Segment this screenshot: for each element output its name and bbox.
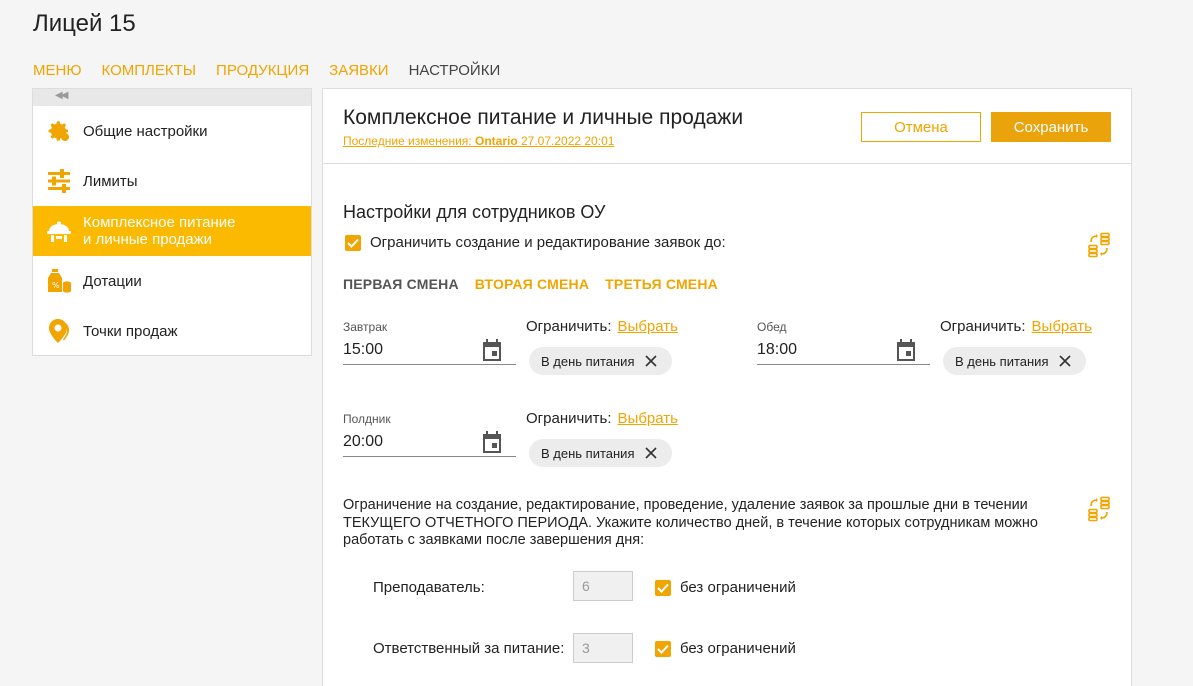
school-title: Лицей 15 bbox=[33, 10, 136, 37]
sidebar-item-subsidies[interactable]: % Дотации bbox=[33, 256, 311, 306]
sidebar-item-limits[interactable]: Лимиты bbox=[33, 156, 311, 206]
page-title: Комплексное питание и личные продажи bbox=[343, 106, 744, 129]
breakfast-time-value: 15:00 bbox=[343, 340, 384, 358]
gear-icon bbox=[46, 118, 72, 144]
shift-tabs: ПЕРВАЯ СМЕНА ВТОРАЯ СМЕНА ТРЕТЬЯ СМЕНА bbox=[343, 276, 718, 292]
snack-limit-chip: В день питания bbox=[529, 439, 673, 467]
sidebar-item-complex-meals[interactable]: Комплексное питание и личные продажи bbox=[33, 206, 311, 256]
close-icon[interactable] bbox=[644, 446, 658, 460]
last-change-prefix: Последние изменения: bbox=[343, 134, 475, 148]
meal-responsible-unlimited-checkbox[interactable] bbox=[655, 640, 671, 657]
teacher-label: Преподаватель: bbox=[373, 579, 485, 596]
meal-responsible-unlimited-label: без ограничений bbox=[680, 640, 796, 657]
sync-copy-icon[interactable] bbox=[1086, 496, 1112, 522]
nav-settings[interactable]: НАСТРОЙКИ bbox=[409, 62, 501, 79]
nav-products[interactable]: ПРОДУКЦИЯ bbox=[216, 62, 309, 79]
lunch-time-field[interactable]: 18:00 bbox=[757, 335, 930, 365]
tab-second-shift[interactable]: ВТОРАЯ СМЕНА bbox=[475, 276, 589, 292]
sync-copy-icon[interactable] bbox=[1086, 232, 1112, 258]
teacher-unlimited-label: без ограничений bbox=[680, 579, 796, 596]
subsidy-icon: % bbox=[46, 268, 72, 294]
calendar-icon[interactable] bbox=[482, 338, 502, 361]
sidebar-item-label: Лимиты bbox=[83, 172, 138, 190]
save-button[interactable]: Сохранить bbox=[991, 112, 1111, 142]
breakfast-limit: Ограничить: Выбрать bbox=[526, 318, 678, 335]
meal-responsible-label: Ответственный за питание: bbox=[373, 640, 565, 657]
restrict-orders-label: Ограничить создание и редактирование зая… bbox=[370, 234, 726, 251]
breakfast-pick-link[interactable]: Выбрать bbox=[618, 318, 678, 335]
sidebar-item-label: Дотации bbox=[83, 272, 142, 290]
sidebar-item-general[interactable]: Общие настройки bbox=[33, 106, 311, 156]
breakfast-label: Завтрак bbox=[343, 320, 388, 334]
nav-kits[interactable]: КОМПЛЕКТЫ bbox=[102, 62, 197, 79]
snack-time-field[interactable]: 20:00 bbox=[343, 427, 516, 457]
lunch-pick-link[interactable]: Выбрать bbox=[1032, 318, 1092, 335]
teacher-unlimited-row: без ограничений bbox=[655, 579, 796, 596]
calendar-icon[interactable] bbox=[482, 430, 502, 453]
tab-third-shift[interactable]: ТРЕТЬЯ СМЕНА bbox=[605, 276, 718, 292]
sidebar-item-label: Комплексное питание и личные продажи bbox=[83, 214, 236, 248]
chip-label: В день питания bbox=[541, 445, 635, 461]
sidebar-item-label: Точки продаж bbox=[83, 322, 178, 340]
top-navigation: МЕНЮ КОМПЛЕКТЫ ПРОДУКЦИЯ ЗАЯВКИ НАСТРОЙК… bbox=[33, 62, 500, 79]
sliders-icon bbox=[46, 168, 72, 194]
location-pin-icon bbox=[46, 318, 72, 344]
collapse-chevron-icon[interactable]: ◀◀ bbox=[55, 90, 68, 101]
lunch-label: Обед bbox=[757, 320, 787, 334]
settings-panel: Комплексное питание и личные продажи Пос… bbox=[322, 88, 1132, 686]
section-title: Настройки для сотрудников ОУ bbox=[343, 202, 606, 222]
cancel-button[interactable]: Отмена bbox=[861, 112, 981, 142]
calendar-icon[interactable] bbox=[896, 338, 916, 361]
teacher-days-input[interactable]: 6 bbox=[573, 571, 633, 601]
snack-label: Полдник bbox=[343, 412, 391, 426]
chip-label: В день питания bbox=[955, 353, 1049, 369]
food-tray-icon bbox=[46, 218, 72, 244]
sidebar-collapse-bar[interactable]: ◀◀ bbox=[33, 89, 311, 106]
breakfast-time-field[interactable]: 15:00 bbox=[343, 335, 516, 365]
close-icon[interactable] bbox=[644, 354, 658, 368]
lunch-time-value: 18:00 bbox=[757, 340, 798, 358]
sidebar-item-sale-points[interactable]: Точки продаж bbox=[33, 306, 311, 356]
past-days-description: Ограничение на создание, редактирование,… bbox=[343, 497, 1038, 548]
lunch-limit: Ограничить: Выбрать bbox=[940, 318, 1092, 335]
meal-responsible-unlimited-row: без ограничений bbox=[655, 640, 796, 657]
teacher-unlimited-checkbox[interactable] bbox=[655, 579, 671, 596]
snack-pick-link[interactable]: Выбрать bbox=[618, 410, 678, 427]
sidebar-item-label-line2: и личные продажи bbox=[83, 231, 213, 248]
limit-text: Ограничить: bbox=[940, 318, 1026, 335]
limit-text: Ограничить: bbox=[526, 410, 612, 427]
meal-responsible-days-input[interactable]: 3 bbox=[573, 633, 633, 663]
last-change-user: Ontario bbox=[474, 134, 518, 148]
nav-menu[interactable]: МЕНЮ bbox=[33, 62, 82, 79]
lunch-limit-chip: В день питания bbox=[943, 347, 1087, 375]
snack-limit: Ограничить: Выбрать bbox=[526, 410, 678, 427]
nav-orders[interactable]: ЗАЯВКИ bbox=[329, 62, 388, 79]
restrict-orders-row: Ограничить создание и редактирование зая… bbox=[345, 234, 726, 251]
svg-text:%: % bbox=[52, 281, 60, 290]
last-change-link[interactable]: Последние изменения: Ontario 27.07.2022 … bbox=[343, 134, 614, 148]
tab-first-shift[interactable]: ПЕРВАЯ СМЕНА bbox=[343, 276, 459, 292]
last-change-date: 27.07.2022 20:01 bbox=[517, 134, 615, 148]
snack-time-value: 20:00 bbox=[343, 432, 384, 450]
sidebar-item-label: Общие настройки bbox=[83, 122, 208, 140]
settings-sidebar: ◀◀ Общие настройки Лимиты Комплексное пи… bbox=[32, 88, 312, 356]
chip-label: В день питания bbox=[541, 353, 635, 369]
limit-text: Ограничить: bbox=[526, 318, 612, 335]
sidebar-item-label-line1: Комплексное питание bbox=[83, 214, 236, 231]
close-icon[interactable] bbox=[1058, 354, 1072, 368]
breakfast-limit-chip: В день питания bbox=[529, 347, 673, 375]
panel-header: Комплексное питание и личные продажи Пос… bbox=[323, 89, 1131, 164]
restrict-orders-checkbox[interactable] bbox=[345, 234, 361, 251]
